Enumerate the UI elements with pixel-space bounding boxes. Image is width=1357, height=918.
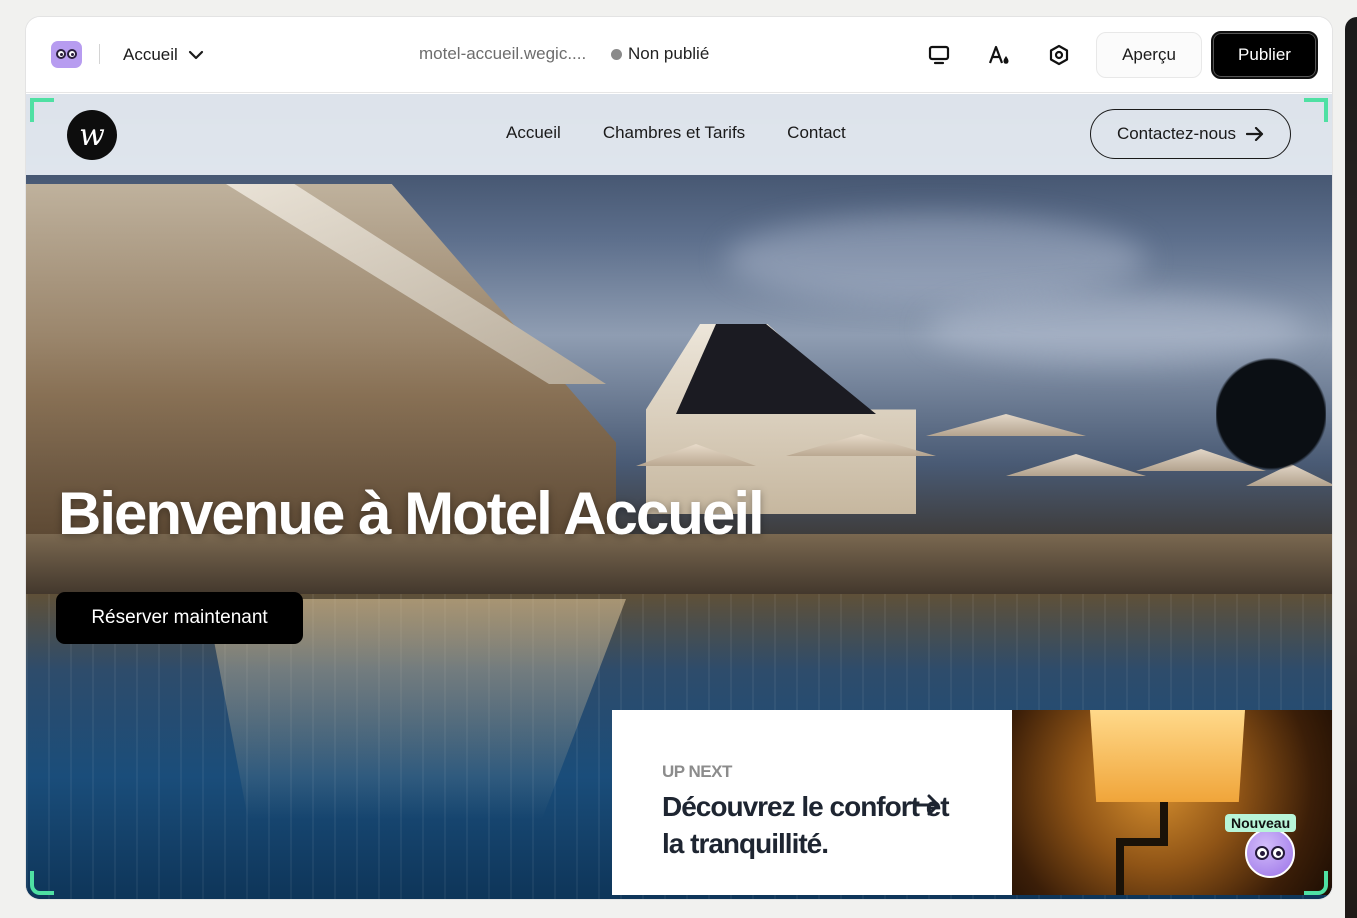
palm-tree-shape bbox=[1216, 344, 1326, 544]
style-icon[interactable] bbox=[985, 41, 1013, 69]
nav-link-chambres[interactable]: Chambres et Tarifs bbox=[603, 123, 745, 143]
assistant-eye-left bbox=[1255, 846, 1269, 860]
page-selector-label: Accueil bbox=[123, 45, 178, 64]
book-now-button[interactable]: Réserver maintenant bbox=[56, 592, 303, 644]
umbrella-shape bbox=[926, 414, 1086, 436]
lamp-base-shape bbox=[1116, 838, 1124, 895]
selection-corner bbox=[30, 98, 54, 122]
desktop-icon[interactable] bbox=[925, 41, 953, 69]
editor-toolbar: Accueil motel-accueil.wegic.... Non publ… bbox=[26, 17, 1332, 93]
lamp-shade-shape bbox=[1090, 710, 1245, 802]
arrow-right-icon bbox=[1246, 127, 1264, 141]
page-selector[interactable]: Accueil bbox=[123, 41, 204, 69]
assistant-avatar-icon bbox=[1245, 828, 1295, 878]
site-url[interactable]: motel-accueil.wegic.... bbox=[419, 44, 586, 64]
settings-icon[interactable] bbox=[1045, 41, 1073, 69]
publish-status: Non publié bbox=[611, 44, 709, 64]
logo-eye-left bbox=[56, 49, 66, 59]
ai-assistant-button[interactable]: Nouveau bbox=[1223, 814, 1307, 886]
site-nav: Accueil Chambres et Tarifs Contact bbox=[506, 123, 846, 143]
editor-window: Accueil motel-accueil.wegic.... Non publ… bbox=[26, 17, 1332, 899]
contact-us-button[interactable]: Contactez-nous bbox=[1090, 109, 1291, 159]
assistant-eye-right bbox=[1271, 846, 1285, 860]
selection-corner bbox=[30, 871, 54, 895]
nav-link-contact[interactable]: Contact bbox=[787, 123, 846, 143]
app-logo-icon[interactable] bbox=[51, 41, 82, 68]
umbrella-shape bbox=[1006, 454, 1146, 476]
hero-title: Bienvenue à Motel Accueil bbox=[58, 480, 765, 547]
background-window-edge bbox=[1345, 17, 1357, 918]
selection-corner bbox=[1304, 98, 1328, 122]
site-preview: w Accueil Chambres et Tarifs Contact Con… bbox=[26, 94, 1332, 899]
new-badge: Nouveau bbox=[1225, 814, 1297, 832]
site-logo[interactable]: w bbox=[67, 110, 117, 160]
publish-button[interactable]: Publier bbox=[1211, 31, 1318, 79]
site-header: w Accueil Chambres et Tarifs Contact Con… bbox=[26, 94, 1332, 175]
up-next-title: Découvrez le confort et la tranquillité. bbox=[662, 791, 950, 859]
lamp-stem-shape bbox=[1160, 802, 1168, 842]
status-label: Non publié bbox=[628, 44, 710, 63]
preview-button[interactable]: Aperçu bbox=[1096, 32, 1202, 78]
logo-eye-right bbox=[67, 49, 77, 59]
up-next-label: UP NEXT bbox=[662, 762, 732, 781]
arrow-right-icon bbox=[913, 794, 940, 816]
nav-link-accueil[interactable]: Accueil bbox=[506, 123, 561, 143]
status-dot-icon bbox=[611, 48, 622, 60]
toolbar-divider bbox=[99, 44, 100, 64]
cloud-shape bbox=[726, 214, 1146, 304]
up-next-text-panel[interactable]: UP NEXT Découvrez le confort et la tranq… bbox=[612, 710, 1012, 895]
selection-corner bbox=[1304, 871, 1328, 895]
contact-us-label: Contactez-nous bbox=[1116, 124, 1237, 143]
chevron-down-icon bbox=[188, 50, 203, 60]
